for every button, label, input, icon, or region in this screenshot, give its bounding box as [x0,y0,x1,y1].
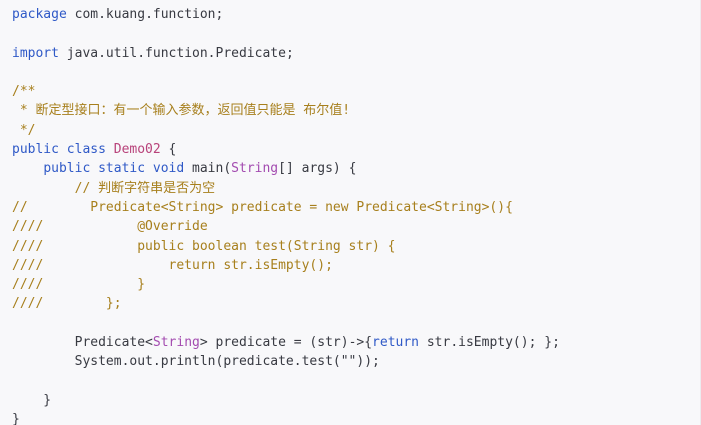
code-token: String [152,335,200,351]
code-token: str.isEmpty(); }; [419,335,560,351]
code-token: [] args) { [278,161,357,177]
code-token: { [160,142,177,158]
code-line: // Predicate<String> predicate = new Pre… [12,198,560,217]
code-line: /** [12,82,560,101]
code-token: return [372,335,420,351]
code-token: //// } [12,277,146,293]
code-line: * 断定型接口：有一个输入参数，返回值只能是 布尔值! [12,101,560,120]
code-token: import [12,45,59,61]
code-line: Predicate<String> predicate = (str)->{re… [12,333,560,352]
code-line: } [12,410,560,425]
code-line: //// return str.isEmpty(); [12,256,560,275]
code-token: public class [12,142,106,158]
code-token: } [12,392,52,408]
code-token: main( [184,161,232,177]
code-line: } [12,391,560,410]
code-token: // 判断字符串是否为空 [12,180,216,196]
code-token: Demo02 [113,142,161,158]
code-token: > predicate = (str)->{ [199,335,373,351]
code-token: //// }; [12,296,122,312]
code-line: */ [12,121,560,140]
code-token: com.kuang.function; [66,7,224,22]
code-token: //// return str.isEmpty(); [12,257,333,273]
code-token: * 断定型接口：有一个输入参数，返回值只能是 布尔值! [12,103,351,119]
code-token: /** [12,84,36,100]
code-line: //// } [12,275,560,294]
code-token: java.util.function.Predicate; [58,45,294,61]
code-line: System.out.println(predicate.test("")); [12,352,560,371]
code-token: //// public boolean test(String str) { [12,238,396,254]
code-line: //// @Override [12,217,560,236]
code-line: public class Demo02 { [12,140,560,159]
code-line: package com.kuang.function; [12,5,560,24]
code-token: } [12,412,20,425]
code-line: //// public boolean test(String str) { [12,237,560,256]
code-line: // 判断字符串是否为空 [12,179,560,198]
code-token: */ [12,122,36,138]
code-token: // Predicate<String> predicate = new Pre… [12,199,513,215]
code-line: public static void main(String[] args) { [12,159,560,178]
code-token: System.out.println(predicate.test("")); [12,354,380,370]
code-line: import java.util.function.Predicate; [12,44,560,63]
code-token: Predicate< [12,335,153,351]
code-line: //// }; [12,294,560,313]
code-token: //// @Override [12,219,208,235]
code-text: package com.kuang.function; import java.… [12,5,560,425]
code-block: package com.kuang.function; import java.… [0,0,701,425]
code-token: package [12,7,67,22]
code-token: public static void [43,161,185,177]
code-token: String [231,161,279,177]
